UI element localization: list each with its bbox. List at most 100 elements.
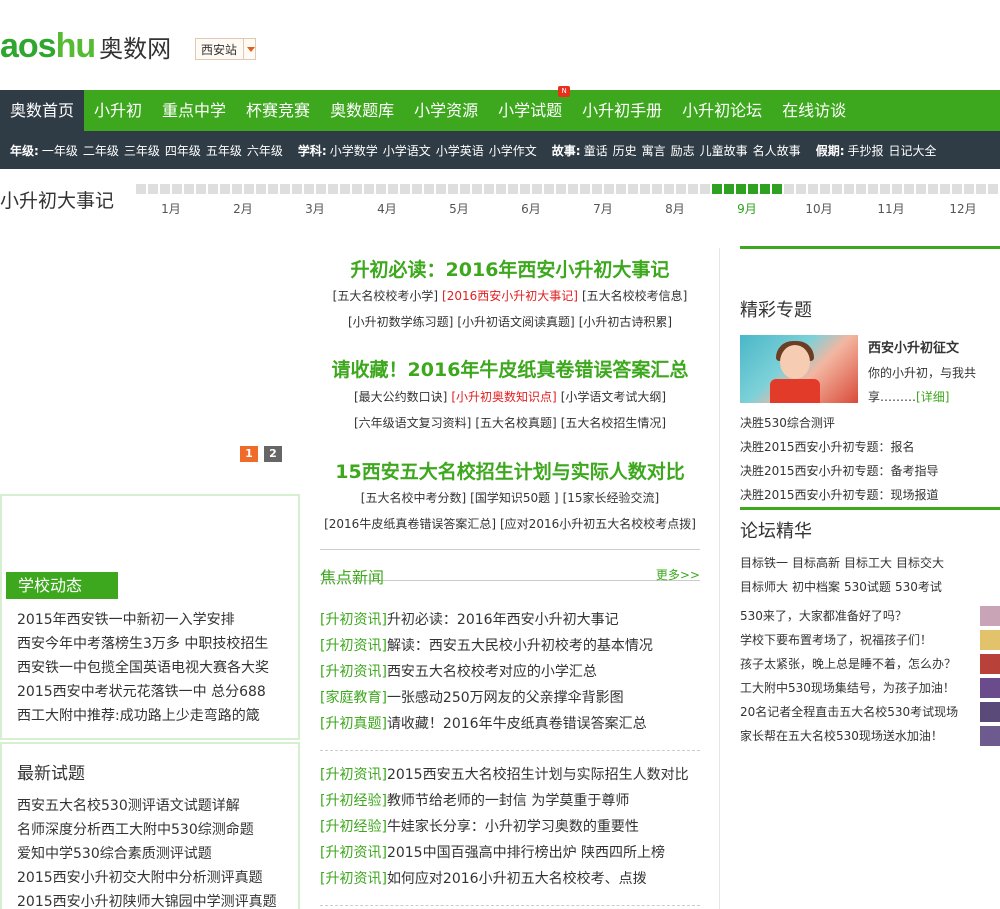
news-item[interactable]: [升初经验]牛娃家长分享：小升初学习奥数的重要性	[320, 814, 700, 840]
subnav-link[interactable]: 小学作文	[489, 142, 537, 159]
news-item[interactable]: [升初资讯]2015西安五大名校招生计划与实际招生人数对比	[320, 762, 700, 788]
timeline-month[interactable]: 12月	[945, 200, 981, 217]
forum-tag-link[interactable]: 目标工大	[844, 556, 892, 570]
subnav-link[interactable]: 五年级	[206, 142, 242, 159]
list-item[interactable]: 2015西安中考状元花落铁一中 总分688	[17, 680, 269, 704]
forum-item[interactable]: 孩子太紧张，晚上总是睡不着，怎么办？	[740, 652, 1000, 676]
news-title[interactable]: 牛娃家长分享：小升初学习奥数的重要性	[387, 819, 639, 835]
news-title[interactable]: 2015中国百强高中排行榜出炉 陕西四所上榜	[387, 845, 665, 861]
news-category[interactable]: [升初资讯]	[320, 612, 387, 628]
headline-tag-link[interactable]: [五大名校招生情况]	[561, 416, 666, 430]
timeline-month[interactable]: 7月	[585, 200, 621, 217]
timeline-month[interactable]: 9月	[729, 200, 765, 217]
subnav-link[interactable]: 一年级	[42, 142, 78, 159]
headline-2[interactable]: 请收藏！2016年牛皮纸真卷错误答案汇总	[320, 355, 700, 382]
list-item[interactable]: 西工大附中推荐:成功路上少走弯路的箴	[17, 704, 269, 728]
city-selector[interactable]: 西安站	[195, 38, 257, 60]
list-item[interactable]: 西安五大名校530测评语文试题详解	[17, 794, 277, 818]
subnav-link[interactable]: 日记大全	[889, 142, 937, 159]
nav-item[interactable]: 奥数题库	[320, 90, 404, 131]
news-title[interactable]: 2015西安五大名校招生计划与实际招生人数对比	[387, 767, 689, 783]
headline-tag-link[interactable]: [2016西安小升初大事记]	[442, 289, 578, 303]
list-item[interactable]: 2015年西安铁一中新初一入学安排	[17, 608, 269, 632]
forum-item-title[interactable]: 530来了，大家都准备好了吗？	[740, 609, 907, 623]
nav-item[interactable]: 在线访谈	[772, 90, 856, 131]
subnav-link[interactable]: 小学数学	[330, 142, 378, 159]
headline-tag-link[interactable]: [小升初古诗积累]	[579, 315, 672, 329]
headline-3[interactable]: 15西安五大名校招生计划与实际人数对比	[320, 457, 700, 484]
headline-tag-link[interactable]: [五大名校中考分数]	[361, 491, 466, 505]
timeline-month[interactable]: 10月	[801, 200, 837, 217]
subnav-link[interactable]: 手抄报	[848, 142, 884, 159]
forum-item[interactable]: 20名记者全程直击五大名校530考试现场	[740, 700, 1000, 724]
forum-item-title[interactable]: 工大附中530现场集结号，为孩子加油！	[740, 681, 955, 695]
subnav-link[interactable]: 二年级	[83, 142, 119, 159]
timeline-month[interactable]: 11月	[873, 200, 909, 217]
nav-item[interactable]: 小学试题 N	[488, 86, 572, 131]
news-item[interactable]: [升初经验]教师节给老师的一封信 为学莫重于尊师	[320, 788, 700, 814]
topic-feature-image[interactable]	[740, 335, 858, 403]
headline-tag-link[interactable]: [五大名校校考信息]	[582, 289, 687, 303]
news-category[interactable]: [家庭教育]	[320, 690, 387, 706]
list-item[interactable]: 2015西安小升初陕师大锦园中学测评真题	[17, 890, 277, 909]
news-category[interactable]: [升初资讯]	[320, 871, 387, 887]
slider-page-button[interactable]: 2	[264, 446, 282, 462]
list-item[interactable]: 爱知中学530综合素质测评试题	[17, 842, 277, 866]
news-title[interactable]: 升初必读：2016年西安小升初大事记	[387, 612, 619, 628]
forum-tag-link[interactable]: 目标交大	[896, 556, 944, 570]
subnav-link[interactable]: 儿童故事	[700, 142, 748, 159]
news-title[interactable]: 如何应对2016小升初五大名校校考、点拨	[387, 871, 647, 887]
news-item[interactable]: [升初资讯]西安五大名校校考对应的小学汇总	[320, 659, 700, 685]
timeline-month[interactable]: 1月	[153, 200, 189, 217]
news-category[interactable]: [升初经验]	[320, 819, 387, 835]
list-item[interactable]: 决胜2015西安小升初专题：备考指导	[740, 459, 939, 483]
forum-tag-link[interactable]: 目标高新	[792, 556, 840, 570]
headline-tag-link[interactable]: [2016牛皮纸真卷错误答案汇总]	[324, 517, 496, 531]
list-item[interactable]: 决胜530综合测评	[740, 411, 939, 435]
more-link[interactable]: 更多>>	[656, 566, 700, 583]
headline-tag-link[interactable]: [小升初奥数知识点]	[451, 390, 556, 404]
subnav-link[interactable]: 历史	[613, 142, 637, 159]
forum-tag-link[interactable]: 目标师大	[740, 580, 788, 594]
forum-item[interactable]: 工大附中530现场集结号，为孩子加油！	[740, 676, 1000, 700]
list-item[interactable]: 名师深度分析西工大附中530综测命题	[17, 818, 277, 842]
news-item[interactable]: [升初真题]请收藏！2016年牛皮纸真卷错误答案汇总	[320, 711, 700, 737]
news-category[interactable]: [升初资讯]	[320, 664, 387, 680]
forum-item[interactable]: 学校下要布置考场了，祝福孩子们！	[740, 628, 1000, 652]
list-item[interactable]: 决胜2015西安小升初专题：现场报道	[740, 483, 939, 507]
timeline-month[interactable]: 4月	[369, 200, 405, 217]
news-category[interactable]: [升初资讯]	[320, 767, 387, 783]
timeline-month[interactable]: 6月	[513, 200, 549, 217]
news-title[interactable]: 一张感动250万网友的父亲撑伞背影图	[387, 690, 624, 706]
headline-tag-link[interactable]: [15家长经验交流]	[563, 491, 660, 505]
news-item[interactable]: [升初资讯]如何应对2016小升初五大名校校考、点拨	[320, 866, 700, 892]
subnav-link[interactable]: 寓言	[642, 142, 666, 159]
list-item[interactable]: 西安今年中考落榜生3万多 中职技校招生	[17, 632, 269, 656]
headline-tag-link[interactable]: [最大公约数口诀]	[354, 390, 447, 404]
forum-tag-link[interactable]: 530试题	[844, 580, 891, 594]
news-item[interactable]: [升初资讯]升初必读：2016年西安小升初大事记	[320, 607, 700, 633]
timeline-month[interactable]: 3月	[297, 200, 333, 217]
news-category[interactable]: [升初资讯]	[320, 638, 387, 654]
site-logo[interactable]: aoshu 奥数网	[0, 26, 171, 66]
headline-1[interactable]: 升初必读：2016年西安小升初大事记	[320, 255, 700, 282]
list-item[interactable]: 决胜2015西安小升初专题：报名	[740, 435, 939, 459]
detail-link[interactable]: [详细]	[916, 390, 949, 404]
headline-tag-link[interactable]: [五大名校校考小学]	[333, 289, 438, 303]
forum-item[interactable]: 家长帮在五大名校530现场送水加油！	[740, 724, 1000, 748]
list-item[interactable]: 西安铁一中包揽全国英语电视大赛各大奖	[17, 656, 269, 680]
headline-tag-link[interactable]: [小升初数学练习题]	[348, 315, 453, 329]
news-item[interactable]: [升初资讯]2015中国百强高中排行榜出炉 陕西四所上榜	[320, 840, 700, 866]
news-title[interactable]: 解读：西安五大民校小升初校考的基本情况	[387, 638, 653, 654]
nav-item[interactable]: 小学资源	[404, 90, 488, 131]
news-title[interactable]: 西安五大名校校考对应的小学汇总	[387, 664, 597, 680]
subnav-link[interactable]: 三年级	[124, 142, 160, 159]
slider-page-button[interactable]: 1	[240, 446, 258, 462]
headline-tag-link[interactable]: [应对2016小升初五大名校校考点拨]	[500, 517, 696, 531]
timeline-month[interactable]: 2月	[225, 200, 261, 217]
timeline-month[interactable]: 8月	[657, 200, 693, 217]
subnav-link[interactable]: 四年级	[165, 142, 201, 159]
forum-tag-link[interactable]: 初中档案	[792, 580, 840, 594]
timeline-month[interactable]: 5月	[441, 200, 477, 217]
forum-item-title[interactable]: 20名记者全程直击五大名校530考试现场	[740, 705, 958, 719]
